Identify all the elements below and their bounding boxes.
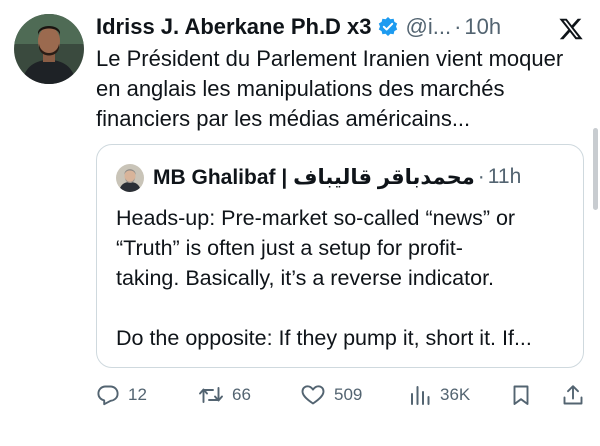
views-button[interactable]: 36K xyxy=(408,378,470,412)
quoted-tweet-text: Heads-up: Pre-market so-called “news” or… xyxy=(116,206,532,350)
author-handle[interactable]: @i... xyxy=(406,14,452,40)
verified-badge-icon xyxy=(377,16,399,38)
quoted-timestamp[interactable]: 11h xyxy=(488,165,521,189)
repost-icon xyxy=(198,383,224,407)
quoted-author-avatar[interactable] xyxy=(116,164,144,192)
author-name[interactable]: Idriss J. Aberkane Ph.D x3 xyxy=(96,14,372,40)
action-bar: 12 66 509 36K xyxy=(96,378,590,412)
share-button[interactable] xyxy=(561,378,585,412)
like-button[interactable]: 509 xyxy=(300,378,362,412)
author-avatar[interactable] xyxy=(14,14,84,84)
share-icon xyxy=(561,383,585,407)
header-separator: · xyxy=(454,14,462,39)
like-count: 509 xyxy=(334,385,363,404)
repost-count: 66 xyxy=(232,385,251,404)
tweet-text: Le Président du Parlement Iranien vient … xyxy=(96,46,564,131)
quoted-header: MB Ghalibaf | محمدباقر قالیباف · 11h xyxy=(153,162,521,192)
reply-button[interactable]: 12 xyxy=(96,378,147,412)
repost-button[interactable]: 66 xyxy=(198,378,251,412)
views-count: 36K xyxy=(440,385,471,404)
tweet-timestamp[interactable]: 10h xyxy=(464,14,501,40)
reply-icon xyxy=(96,383,120,407)
tweet-header: Idriss J. Aberkane Ph.D x3 @i... · 10h xyxy=(96,12,570,42)
like-icon xyxy=(300,383,326,407)
scrollbar-thumb[interactable] xyxy=(593,128,598,210)
bookmark-icon xyxy=(509,383,533,407)
bookmark-button[interactable] xyxy=(509,378,533,412)
quoted-separator: · xyxy=(477,165,485,188)
quoted-tweet-card[interactable]: MB Ghalibaf | محمدباقر قالیباف · 11h Hea… xyxy=(96,144,584,368)
quoted-author-name[interactable]: MB Ghalibaf | محمدباقر قالیباف xyxy=(153,165,475,190)
views-icon xyxy=(408,383,432,407)
reply-count: 12 xyxy=(128,385,147,404)
x-logo-icon[interactable] xyxy=(558,16,584,42)
